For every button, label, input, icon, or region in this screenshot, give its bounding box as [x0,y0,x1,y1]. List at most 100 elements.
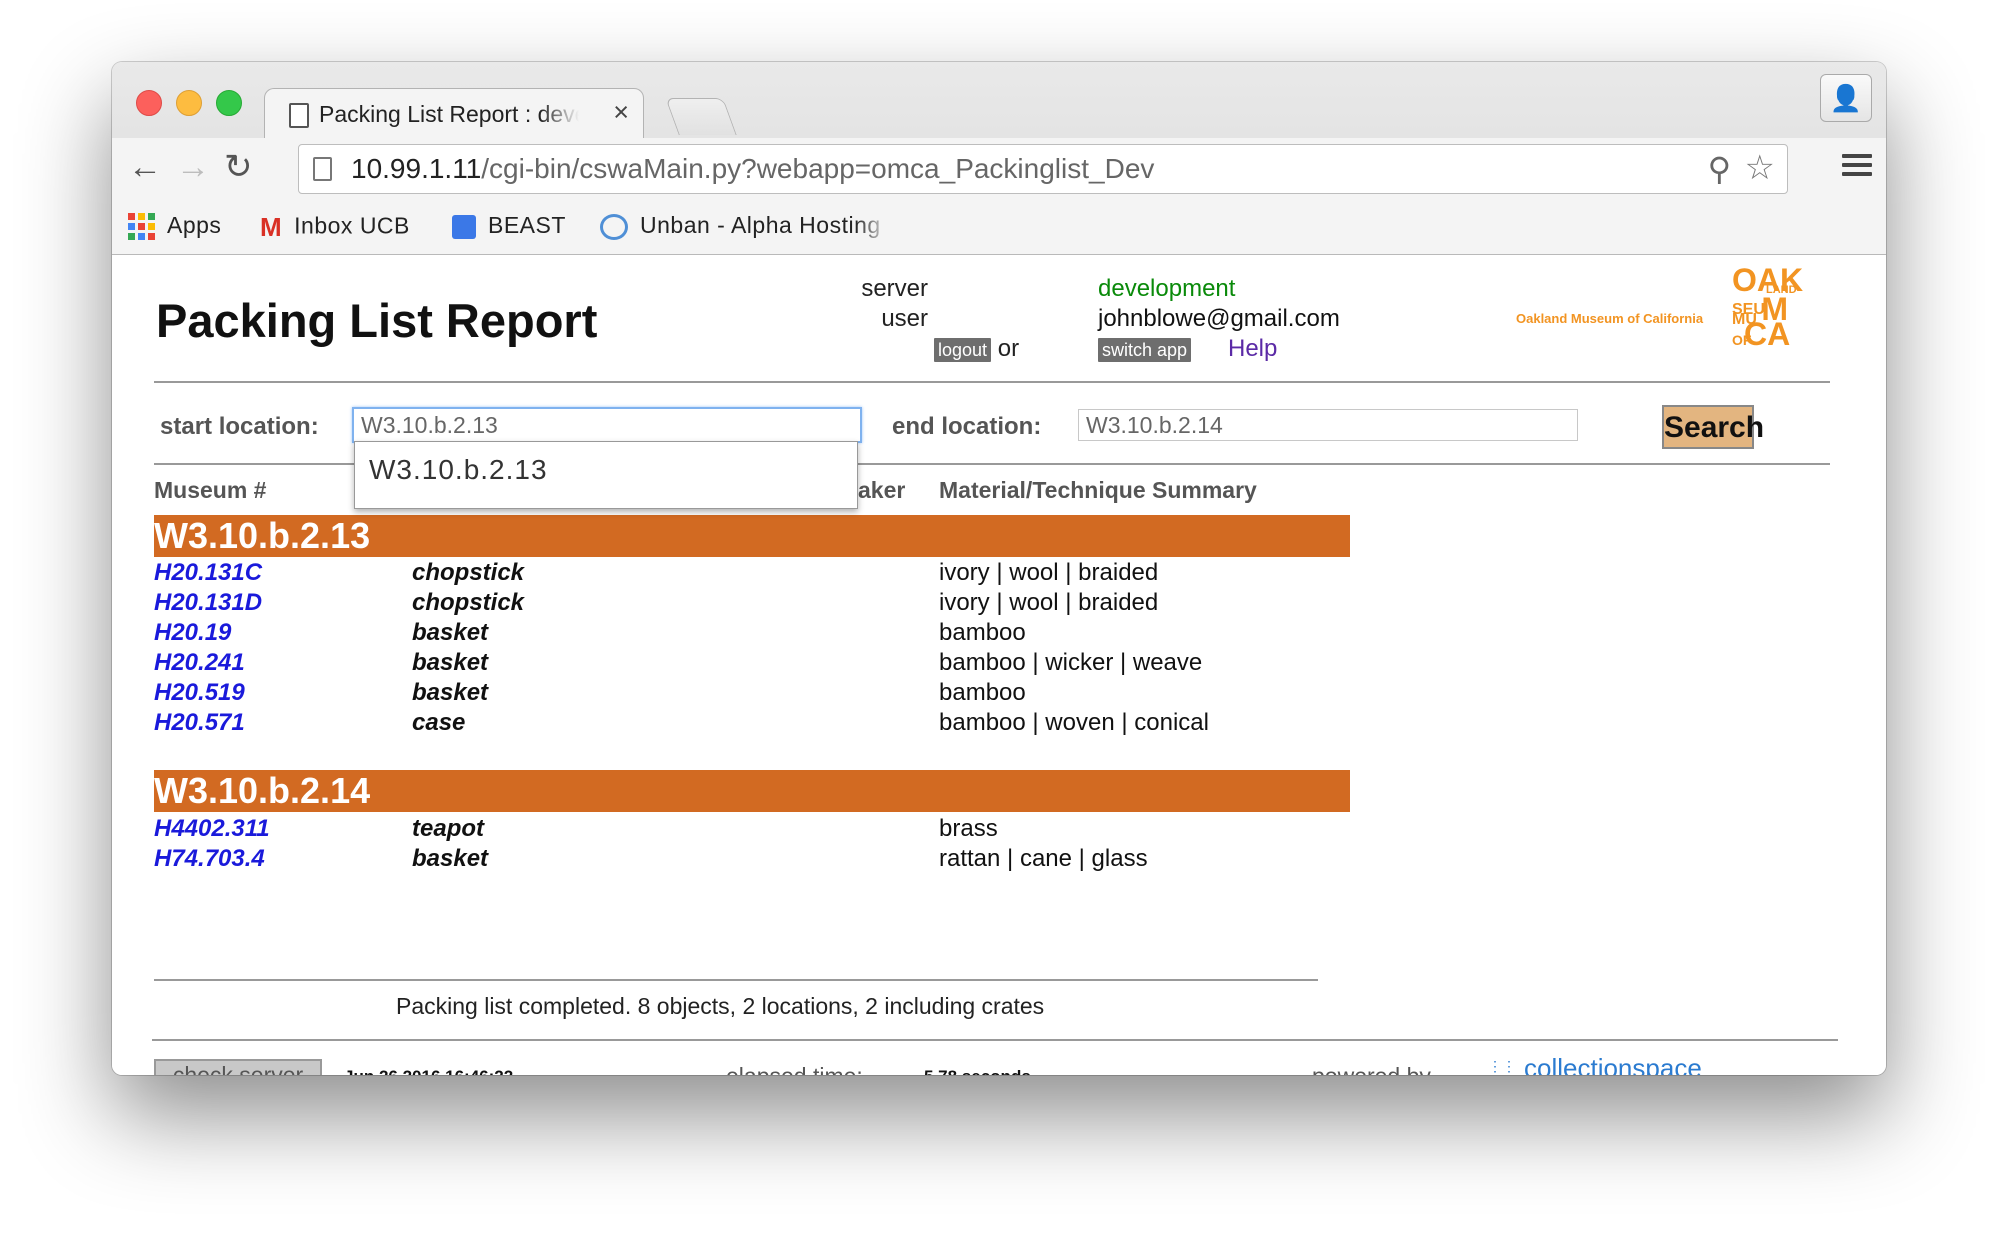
bookmarks-bar: Apps M Inbox UCB BEAST Unban - Alpha Host… [112,200,1886,254]
object-name: basket [412,619,489,646]
or-text: or [997,335,1020,362]
museum-name: Oakland Museum of California [1516,311,1704,326]
divider [152,1039,1838,1041]
elapsed-time-label: elapsed time: [726,1063,863,1075]
material-summary: ivory | wool | braided [939,559,1159,586]
user-label: user [881,305,928,332]
object-name: basket [412,649,489,676]
object-name: case [412,709,466,736]
bookmark-unban[interactable]: Unban - Alpha Hosting [600,212,890,240]
table-row: H74.703.4 basket rattan | cane | glass [154,845,1350,875]
material-summary: bamboo | wicker | weave [939,649,1203,676]
unban-icon [600,213,628,240]
timestamp: Jun 26 2016 16:46:22 [344,1067,513,1075]
user-value: johnblowe@gmail.com [1098,305,1340,332]
back-arrow-icon[interactable]: ← [128,150,162,184]
url-path: /cgi-bin/cswaMain.py?webapp=omca_Packing… [481,153,1155,184]
end-location-label: end location: [892,413,1042,440]
end-location-input[interactable] [1078,409,1578,441]
browser-tab[interactable]: Packing List Report : development × [264,88,644,139]
object-name: chopstick [412,559,525,586]
collectionspace-logo[interactable]: ⋮⋮collectionspace webapps [1488,1053,1702,1075]
url-host: 10.99.1.11 [351,153,482,184]
bookmark-star-icon[interactable]: ☆ [1745,148,1775,188]
page-icon [313,157,332,181]
profile-icon[interactable]: 👤 [1820,74,1872,122]
bookmark-label: Inbox UCB [294,212,410,239]
museum-number-link[interactable]: H20.131C [154,559,262,587]
object-name: basket [412,845,489,872]
divider [154,381,1830,383]
museum-number-link[interactable]: H20.241 [154,649,245,677]
browser-window: Packing List Report : development × 👤 ← … [112,62,1886,1075]
page-content: Packing List Report server development u… [112,255,1886,1075]
new-tab-button[interactable] [665,98,737,135]
browser-toolbar: ← → ↻ 10.99.1.11/cgi-bin/cswaMain.py?web… [112,138,1886,200]
table-row: H4402.311 teapot brass [154,815,1350,845]
minimize-window-button[interactable] [176,90,202,116]
museum-number-link[interactable]: H74.703.4 [154,845,265,873]
tab-title: Packing List Report : development [319,101,579,127]
maximize-window-button[interactable] [216,90,242,116]
bookmark-beast[interactable]: BEAST [452,212,566,239]
autocomplete-option[interactable]: W3.10.b.2.13 [369,454,548,486]
browser-chrome: Packing List Report : development × 👤 ← … [112,62,1886,255]
check-server-button[interactable]: check server [154,1059,322,1075]
table-row: H20.519 basket bamboo [154,679,1350,709]
material-summary: brass [939,815,998,842]
object-name: chopstick [412,589,525,616]
table-row: H20.241 basket bamboo | wicker | weave [154,649,1350,679]
column-header-museum: Museum # [154,477,267,503]
server-label: server [861,275,928,302]
omca-logo: OAK LAND MU M SEU OFCA [1732,262,1804,353]
divider [154,979,1318,981]
gmail-icon: M [260,212,283,242]
object-name: basket [412,679,489,706]
material-summary: rattan | cane | glass [939,845,1148,872]
start-location-input[interactable] [352,407,862,443]
material-summary: bamboo | woven | conical [939,709,1209,736]
page-title: Packing List Report [156,294,598,347]
location-header: W3.10.b.2.13 [154,515,1350,557]
apps-grid-icon [128,213,155,241]
bookmark-apps[interactable]: Apps [128,212,222,241]
server-value: development [1098,275,1236,302]
material-summary: bamboo [939,679,1026,706]
status-message: Packing list completed. 8 objects, 2 loc… [396,993,1045,1019]
elapsed-time-value: 5.78 seconds [924,1067,1031,1075]
menu-icon[interactable] [1842,154,1872,181]
table-row: H20.131C chopstick ivory | wool | braide… [154,559,1350,589]
search-button[interactable]: Search [1662,405,1764,449]
address-bar[interactable]: 10.99.1.11/cgi-bin/cswaMain.py?webapp=om… [298,144,1788,194]
column-header-material: Material/Technique Summary [939,477,1257,503]
reload-icon[interactable]: ↻ [224,150,253,184]
logout-button[interactable]: logout [934,338,992,362]
column-header-maker: aker [858,477,906,503]
museum-number-link[interactable]: H20.519 [154,679,245,707]
museum-number-link[interactable]: H20.571 [154,709,245,737]
beast-icon [452,214,476,239]
material-summary: bamboo [939,619,1026,646]
location-header: W3.10.b.2.14 [154,770,1350,812]
help-link[interactable]: Help [1228,335,1277,363]
bookmark-label: Apps [167,212,222,238]
start-location-label: start location: [160,413,319,440]
close-window-button[interactable] [136,90,162,116]
powered-by-label: powered by [1312,1063,1431,1075]
museum-number-link[interactable]: H4402.311 [154,815,270,843]
switch-app-button[interactable]: switch app [1098,338,1192,362]
table-row: H20.571 case bamboo | woven | conical [154,709,1350,739]
bookmark-label: BEAST [488,212,566,238]
object-name: teapot [412,815,484,842]
url-text[interactable]: 10.99.1.11/cgi-bin/cswaMain.py?webapp=om… [351,153,1154,185]
forward-arrow-icon[interactable]: → [176,150,210,184]
zoom-icon[interactable]: ⚲ [1708,150,1731,188]
table-row: H20.131D chopstick ivory | wool | braide… [154,589,1350,619]
page-icon [289,103,309,128]
bookmark-inbox-ucb[interactable]: M Inbox UCB [260,212,410,243]
museum-number-link[interactable]: H20.131D [154,589,262,617]
material-summary: ivory | wool | braided [939,589,1159,616]
museum-number-link[interactable]: H20.19 [154,619,231,647]
autocomplete-dropdown: W3.10.b.2.13 [354,441,858,509]
close-tab-icon[interactable]: × [613,97,629,128]
